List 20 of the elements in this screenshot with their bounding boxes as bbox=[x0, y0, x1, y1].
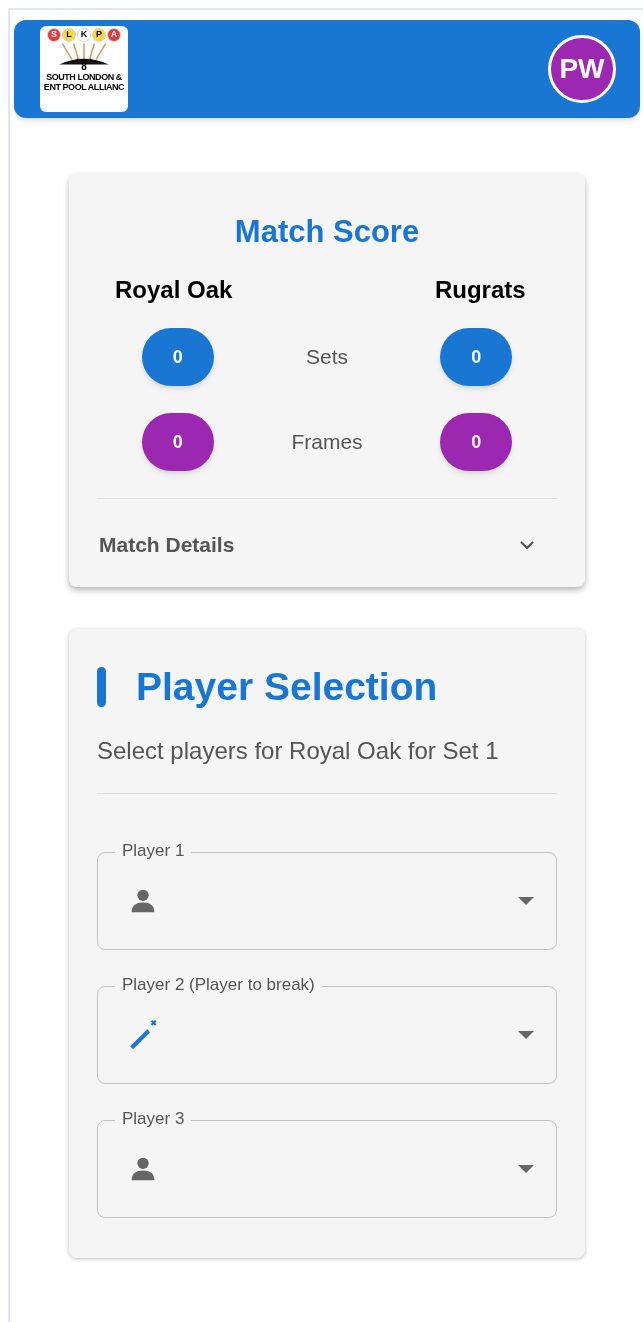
score-pill: 0 bbox=[440, 413, 513, 471]
dropdown-arrow-icon bbox=[518, 1030, 534, 1039]
section-subtitle: Select players for Royal Oak for Set 1 bbox=[97, 726, 557, 794]
score-pill: 0 bbox=[141, 413, 214, 471]
user-avatar[interactable]: PW bbox=[548, 35, 616, 103]
score-label: Sets bbox=[305, 344, 348, 371]
accent-bar bbox=[97, 666, 106, 707]
section-title: Player Selection bbox=[136, 663, 438, 710]
logo-number: 8 bbox=[81, 62, 87, 72]
card-title: Match Score bbox=[233, 213, 421, 251]
logo-text: ENT POOL ALLIANC bbox=[43, 82, 125, 92]
score-pill: 0 bbox=[141, 328, 214, 386]
dropdown-arrow-icon bbox=[518, 1164, 534, 1173]
team-name: Rugrats bbox=[434, 275, 526, 305]
score-pill: 0 bbox=[440, 328, 513, 386]
score-label: Frames bbox=[291, 429, 363, 456]
logo-text: SOUTH LONDON & bbox=[46, 72, 122, 82]
match-details-toggle[interactable]: Match Details bbox=[97, 498, 557, 571]
team-name: Royal Oak bbox=[114, 275, 233, 305]
dropdown-arrow-icon bbox=[518, 896, 534, 905]
